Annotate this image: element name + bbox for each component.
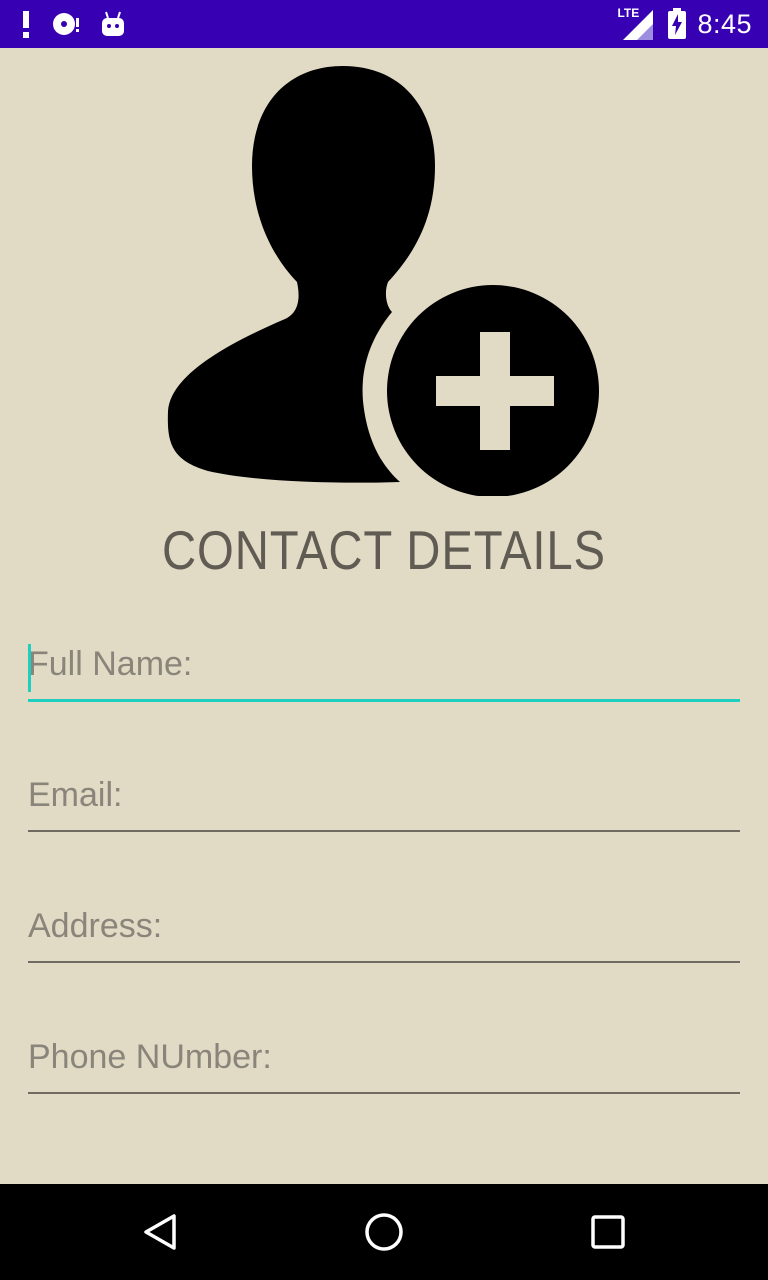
address-input[interactable] [28, 897, 740, 963]
phone-number-input[interactable] [28, 1028, 740, 1094]
main-content: CONTACT DETAILS [0, 48, 768, 1184]
back-icon [144, 1214, 176, 1250]
lte-label: LTE [617, 6, 640, 20]
page-title: CONTACT DETAILS [162, 519, 606, 581]
navigation-bar [0, 1184, 768, 1280]
home-button[interactable] [364, 1212, 404, 1252]
status-bar: LTE 8:45 [0, 0, 768, 48]
recents-icon [591, 1215, 625, 1249]
email-field[interactable] [28, 766, 740, 832]
sync-disc-icon [50, 10, 82, 38]
android-icon [100, 10, 126, 38]
add-contact-icon [167, 66, 599, 496]
phone-number-field[interactable] [28, 1028, 740, 1094]
full-name-field[interactable] [28, 636, 740, 702]
back-button[interactable] [140, 1212, 180, 1252]
full-name-input[interactable] [28, 636, 740, 702]
status-time: 8:45 [697, 8, 752, 39]
email-input[interactable] [28, 766, 740, 832]
address-field[interactable] [28, 897, 740, 963]
lte-signal-icon: LTE [617, 4, 657, 44]
recents-button[interactable] [588, 1212, 628, 1252]
home-icon [365, 1213, 403, 1251]
text-cursor [28, 644, 31, 692]
battery-charging-icon [667, 8, 687, 40]
notification-alert-icon [20, 9, 32, 39]
